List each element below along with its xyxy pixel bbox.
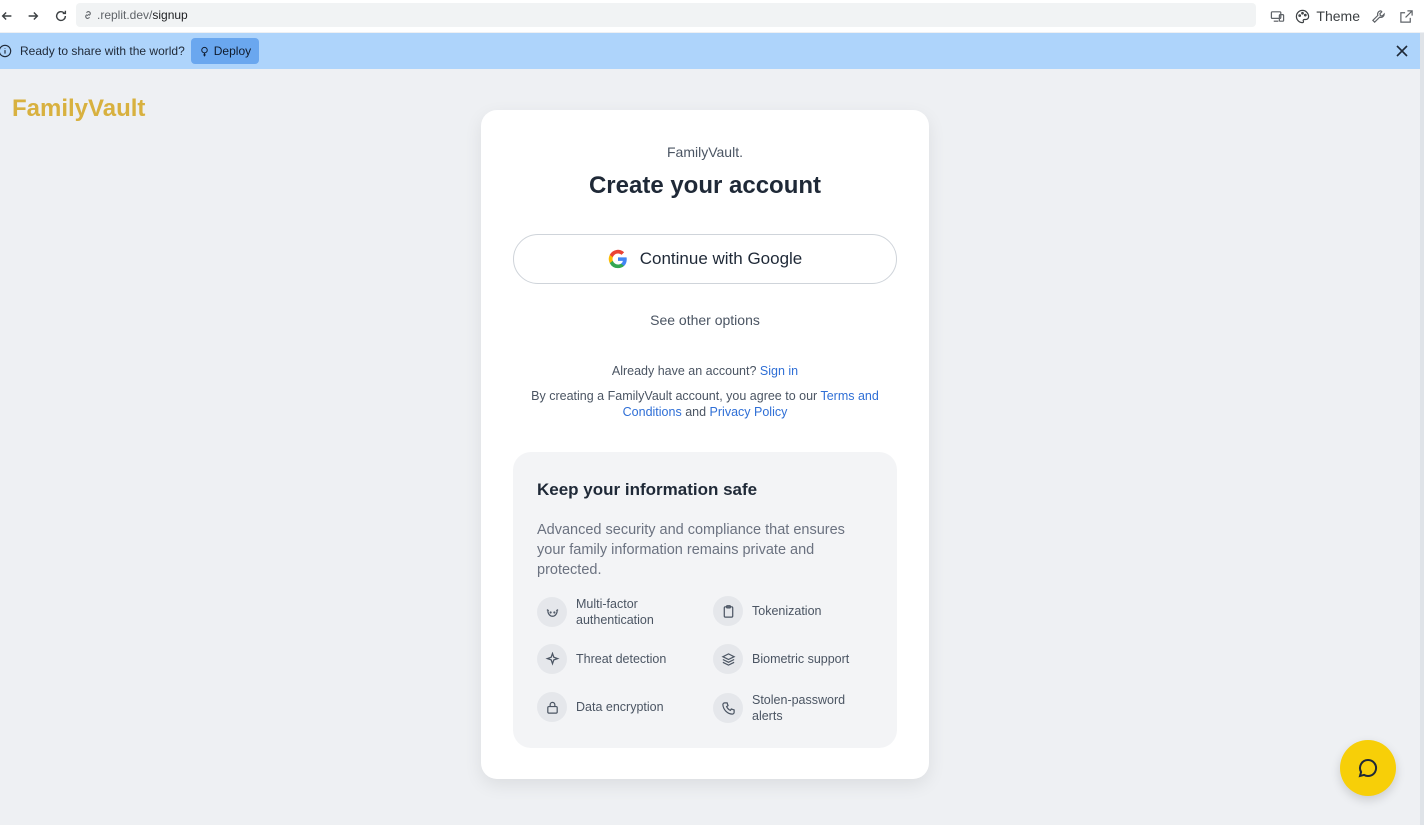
- page-title: Create your account: [588, 172, 822, 199]
- address-bar[interactable]: .replit.dev/signup: [76, 3, 1256, 27]
- google-icon: [608, 249, 627, 269]
- already-text: Already have an account?: [611, 364, 757, 378]
- lock-icon: [537, 692, 567, 722]
- chat-bubble-icon: [1358, 758, 1377, 778]
- feature-label: Stolen-password alerts: [752, 693, 846, 723]
- already-have-account: Already have an account? Sign in: [481, 364, 929, 378]
- link-icon: [85, 11, 91, 19]
- feature-label: Threat detection: [576, 652, 667, 666]
- brand-logo[interactable]: FamilyVault: [12, 95, 145, 123]
- signup-card: FamilyVault. Create your account Continu…: [481, 110, 929, 779]
- feature-item: Stolen-password alerts: [713, 692, 862, 724]
- feature-item: Tokenization: [713, 596, 822, 626]
- security-title: Keep your information safe: [537, 480, 758, 499]
- reload-icon: [55, 10, 67, 22]
- security-info-box: Keep your information safe Advanced secu…: [513, 452, 897, 748]
- terms-text: By creating a FamilyVault account, you a…: [521, 388, 889, 420]
- feature-item: Threat detection: [537, 644, 666, 674]
- arrow-left-icon: [1, 12, 12, 20]
- scrollbar[interactable]: [1420, 33, 1424, 825]
- open-new-tab-button[interactable]: [1396, 6, 1416, 26]
- see-other-options-link[interactable]: See other options: [481, 312, 929, 328]
- palette-icon: [1296, 9, 1310, 23]
- feature-label: Data encryption: [576, 700, 664, 714]
- external-link-icon: [1399, 9, 1413, 23]
- reload-button[interactable]: [48, 3, 74, 29]
- browser-toolbar: .replit.dev/signup Theme: [0, 0, 1424, 32]
- privacy-policy-link[interactable]: Privacy Policy: [710, 405, 788, 419]
- tools-button[interactable]: [1368, 6, 1388, 26]
- feature-item: Multi-factor authentication: [537, 596, 686, 628]
- arrow-right-icon: [28, 12, 39, 20]
- sparkle-icon: [537, 644, 567, 674]
- deploy-icon: [201, 46, 208, 56]
- feature-label: Biometric support: [752, 652, 850, 666]
- deploy-button[interactable]: Deploy: [190, 38, 260, 64]
- security-description: Advanced security and compliance that en…: [537, 522, 845, 578]
- chat-button[interactable]: [1340, 740, 1396, 796]
- devices-button[interactable]: [1267, 6, 1287, 26]
- card-subtitle: FamilyVault.: [667, 144, 743, 160]
- url-host: .replit.dev/: [97, 8, 153, 22]
- layers-icon: [713, 644, 743, 674]
- feature-item: Data encryption: [537, 692, 664, 722]
- devices-icon: [1270, 10, 1285, 22]
- info-icon: [0, 44, 12, 58]
- back-button[interactable]: [0, 3, 20, 29]
- wrench-icon: [1371, 9, 1385, 23]
- banner-text: Ready to share with the world?: [20, 44, 185, 58]
- feature-label: Tokenization: [752, 604, 822, 618]
- google-button-label: Continue with Google: [639, 249, 803, 268]
- clipboard-icon: [713, 596, 743, 626]
- feature-label: Multi-factor authentication: [576, 597, 654, 627]
- close-icon[interactable]: [1394, 43, 1410, 59]
- forward-button[interactable]: [20, 3, 46, 29]
- continue-with-google-button[interactable]: Continue with Google: [513, 234, 897, 284]
- theme-button[interactable]: Theme: [1295, 8, 1360, 24]
- deploy-banner: Ready to share with the world? Deploy: [0, 33, 1420, 69]
- toolbar-actions: Theme: [1267, 0, 1416, 32]
- smile-icon: [537, 597, 567, 627]
- sign-in-link[interactable]: Sign in: [760, 364, 798, 378]
- terms-and: and: [685, 405, 707, 419]
- feature-item: Biometric support: [713, 644, 849, 674]
- phone-icon: [713, 693, 743, 723]
- url-path: signup: [152, 8, 188, 22]
- terms-prefix: By creating a FamilyVault account, you a…: [531, 389, 818, 403]
- deploy-label: Deploy: [213, 44, 252, 58]
- theme-label: Theme: [1316, 8, 1360, 24]
